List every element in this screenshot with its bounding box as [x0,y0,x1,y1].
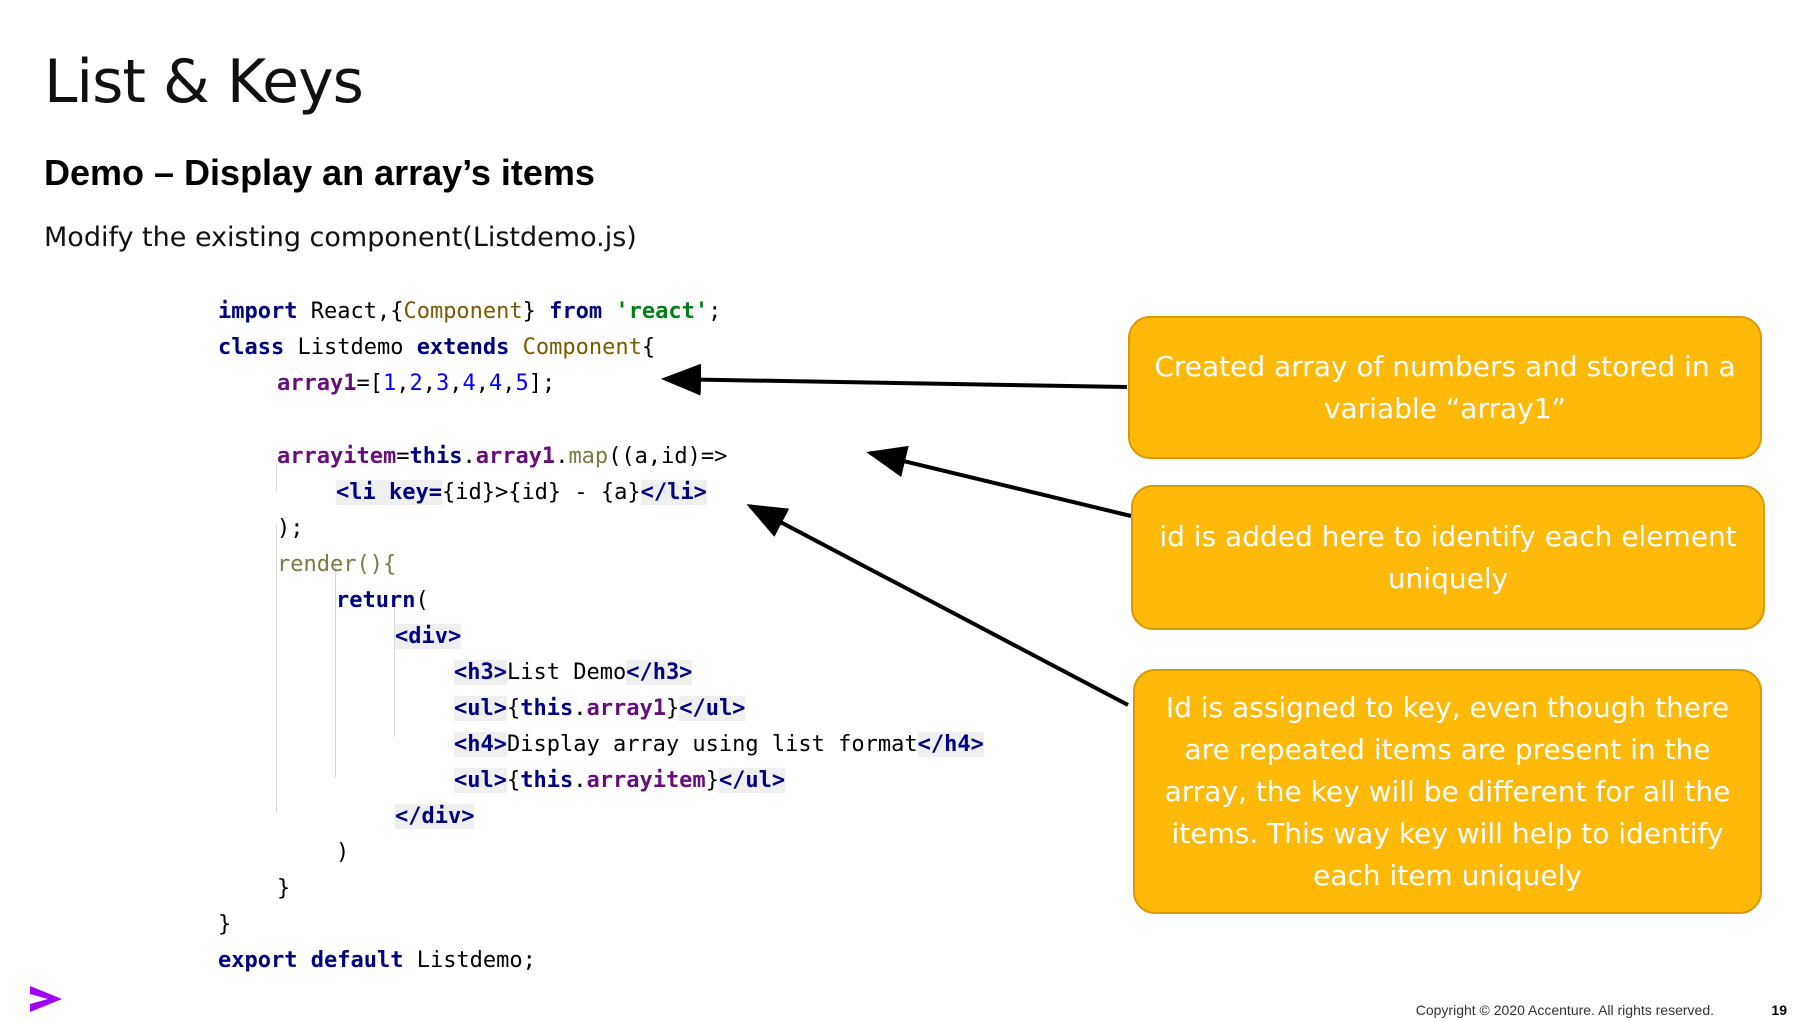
arrow-array1 [661,363,1128,396]
arrow-id [866,445,1132,518]
callout-key: Id is assigned to key, even though there… [1133,669,1762,914]
arrow-key [746,504,1129,707]
copyright-footer: Copyright © 2020 Accenture. All rights r… [1415,1002,1714,1018]
accenture-chevron-icon [30,986,62,1012]
accenture-logo [28,984,64,1019]
page-number: 19 [1771,1002,1787,1018]
callout-array1: Created array of numbers and stored in a… [1128,316,1762,459]
callout-id: id is added here to identify each elemen… [1131,485,1765,630]
